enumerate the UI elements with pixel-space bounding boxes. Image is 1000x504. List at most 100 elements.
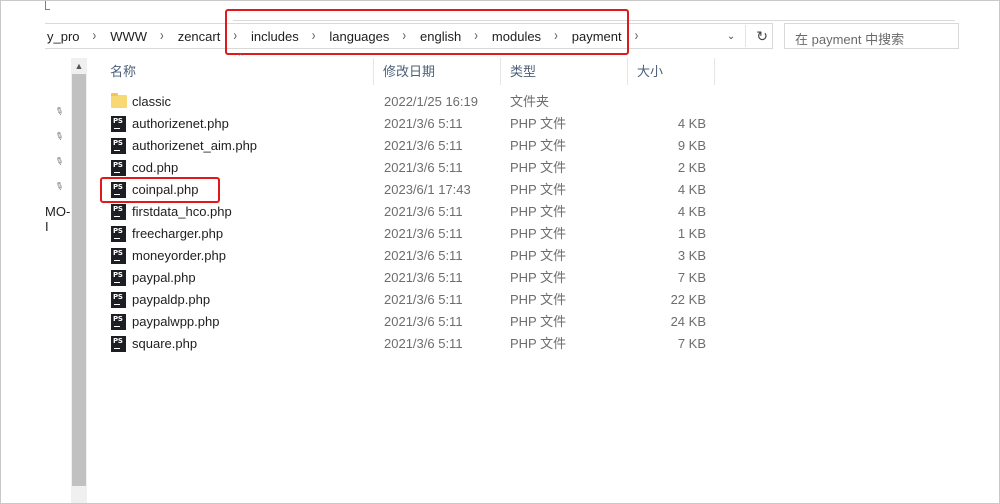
phpstorm-file-icon: PS (111, 160, 127, 176)
scrollbar-thumb[interactable] (72, 74, 86, 486)
file-size: 4 KB (677, 116, 706, 131)
file-date: 2021/3/6 5:11 (384, 292, 463, 307)
ps-icon-label: PS (113, 117, 123, 125)
breadcrumb-item[interactable]: WWW › (108, 28, 175, 44)
file-date: 2021/3/6 5:11 (384, 226, 463, 241)
breadcrumb-item[interactable]: includes › (249, 28, 327, 44)
breadcrumb-label: languages (329, 28, 390, 44)
chevron-right-icon[interactable]: › (233, 28, 237, 44)
phpstorm-file-icon: PS (111, 248, 127, 264)
title-bar-accent (45, 1, 50, 10)
breadcrumb: y_pro › WWW › zencart › includes › languages › eng… (45, 28, 651, 44)
ps-icon-label: PS (113, 227, 123, 235)
search-input[interactable]: 在 payment 中搜索 (784, 23, 959, 49)
file-row[interactable]: PS authorizenet_aim.php 2021/3/6 5:11 PHP 文… (105, 135, 711, 157)
file-name: paypal.php (132, 270, 196, 285)
address-bar-actions: ⌄ ↻ (727, 24, 768, 48)
chevron-right-icon[interactable]: › (312, 28, 316, 44)
breadcrumb-label: WWW (110, 28, 148, 44)
folder-icon (111, 93, 127, 110)
file-size: 22 KB (670, 292, 706, 307)
scroll-up-icon[interactable]: ▲ (71, 58, 87, 74)
file-type: PHP 文件 (510, 116, 567, 131)
file-type: PHP 文件 (510, 292, 567, 307)
file-name: coinpal.php (132, 182, 199, 197)
breadcrumb-item[interactable]: modules › (490, 28, 570, 44)
file-size: 24 KB (670, 314, 706, 329)
file-row[interactable]: PS paypaldp.php 2021/3/6 5:11 PHP 文件 22 KB (105, 289, 711, 311)
file-size: 1 KB (677, 226, 706, 241)
file-row[interactable]: PS paypal.php 2021/3/6 5:11 PHP 文件 7 KB (105, 267, 711, 289)
pin-icon[interactable]: ✎ (53, 155, 67, 169)
chevron-down-icon[interactable]: ⌄ (727, 31, 735, 42)
file-size: 4 KB (677, 204, 706, 219)
phpstorm-file-icon: PS (111, 292, 127, 308)
ps-icon-label: PS (113, 205, 123, 213)
file-row[interactable]: PS freecharger.php 2021/3/6 5:11 PHP 文件 1 KB (105, 223, 711, 245)
file-date: 2021/3/6 5:11 (384, 160, 463, 175)
file-explorer-window: y_pro › WWW › zencart › includes › languages › eng… (0, 0, 1000, 504)
chevron-right-icon[interactable]: › (554, 28, 558, 44)
file-size: 3 KB (677, 248, 706, 263)
file-row[interactable]: PS authorizenet.php 2021/3/6 5:11 PHP 文件 4 K… (105, 113, 711, 135)
ps-icon-label: PS (113, 161, 123, 169)
file-date: 2021/3/6 5:11 (384, 138, 463, 153)
breadcrumb-item[interactable]: y_pro › (45, 28, 108, 44)
phpstorm-file-icon: PS (111, 314, 127, 330)
file-row[interactable]: PS coinpal.php 2023/6/1 17:43 PHP 文件 4 KB (105, 179, 711, 201)
file-row[interactable]: PS firstdata_hco.php 2021/3/6 5:11 PHP 文件 4 … (105, 201, 711, 223)
ps-icon-label: PS (113, 183, 123, 191)
column-header-type[interactable]: 类型 (501, 58, 628, 85)
file-date: 2021/3/6 5:11 (384, 116, 463, 131)
breadcrumb-label: english (420, 28, 462, 44)
file-row[interactable]: classic 2022/1/25 16:19 文件夹 (105, 91, 711, 113)
phpstorm-file-icon: PS (111, 226, 127, 242)
breadcrumb-item[interactable]: payment › (570, 28, 651, 44)
breadcrumb-label: modules (491, 28, 542, 44)
column-header-size[interactable]: 大小 (628, 58, 715, 85)
file-row[interactable]: PS square.php 2021/3/6 5:11 PHP 文件 7 KB (105, 333, 711, 355)
file-row[interactable]: PS moneyorder.php 2021/3/6 5:11 PHP 文件 3 KB (105, 245, 711, 267)
pin-icon[interactable]: ✎ (53, 180, 67, 194)
chevron-right-icon[interactable]: › (93, 28, 97, 44)
file-name: authorizenet.php (132, 116, 229, 131)
phpstorm-file-icon: PS (111, 182, 127, 198)
address-bar[interactable]: y_pro › WWW › zencart › includes › languages › eng… (45, 23, 773, 49)
file-row[interactable]: PS paypalwpp.php 2021/3/6 5:11 PHP 文件 24 KB (105, 311, 711, 333)
file-name: cod.php (132, 160, 179, 175)
file-type: PHP 文件 (510, 270, 567, 285)
breadcrumb-label: zencart (177, 28, 221, 44)
file-name: firstdata_hco.php (132, 204, 232, 219)
file-type: PHP 文件 (510, 336, 567, 351)
phpstorm-file-icon: PS (111, 204, 127, 220)
file-type: PHP 文件 (510, 160, 567, 175)
file-name: square.php (132, 336, 198, 351)
column-header-name[interactable]: 名称 (101, 58, 374, 85)
ps-icon-label: PS (113, 271, 123, 279)
chevron-right-icon[interactable]: › (635, 28, 639, 44)
file-date: 2021/3/6 5:11 (384, 314, 463, 329)
breadcrumb-item[interactable]: languages › (327, 28, 418, 44)
chevron-right-icon[interactable]: › (402, 28, 406, 44)
file-size: 9 KB (677, 138, 706, 153)
file-row[interactable]: PS cod.php 2021/3/6 5:11 PHP 文件 2 KB (105, 157, 711, 179)
file-date: 2021/3/6 5:11 (384, 204, 463, 219)
breadcrumb-item[interactable]: zencart › (176, 28, 249, 44)
file-type: PHP 文件 (510, 248, 567, 263)
file-size: 7 KB (677, 270, 706, 285)
chevron-right-icon[interactable]: › (474, 28, 478, 44)
file-date: 2021/3/6 5:11 (384, 270, 463, 285)
ps-icon-label: PS (113, 293, 123, 301)
breadcrumb-item[interactable]: english › (418, 28, 490, 44)
refresh-icon[interactable]: ↻ (756, 28, 768, 45)
file-name: freecharger.php (132, 226, 224, 241)
nav-item-label[interactable]: MO-I (45, 204, 71, 234)
file-type: PHP 文件 (510, 226, 567, 241)
nav-scrollbar[interactable]: ▲ (71, 58, 87, 503)
file-type: PHP 文件 (510, 204, 567, 219)
pin-icon[interactable]: ✎ (53, 105, 67, 119)
column-header-date[interactable]: 修改日期 (374, 58, 501, 85)
pin-icon[interactable]: ✎ (53, 130, 67, 144)
chevron-right-icon[interactable]: › (160, 28, 164, 44)
phpstorm-file-icon: PS (111, 336, 127, 352)
